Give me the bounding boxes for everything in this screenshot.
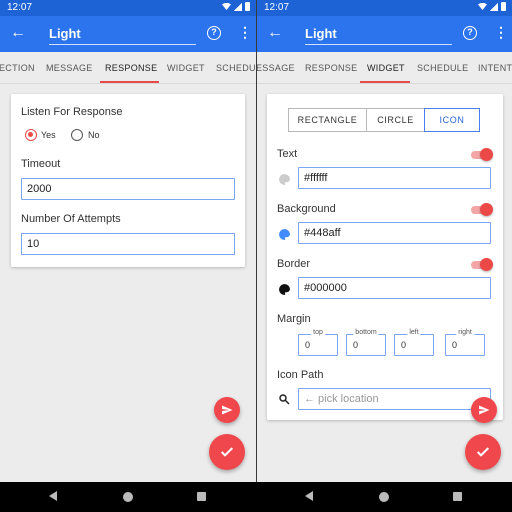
listen-label: Listen For Response <box>21 106 123 118</box>
tab-indicator <box>100 81 159 83</box>
nav-home-icon[interactable] <box>123 492 133 502</box>
signal-icon <box>234 2 242 11</box>
app-bar: ← Light ? ⋮ <box>257 16 512 52</box>
status-time: 12:07 <box>264 2 290 13</box>
nav-home-icon[interactable] <box>379 492 389 502</box>
radio-yes-label: Yes <box>41 130 56 140</box>
tab-widget[interactable]: WIDGET <box>167 63 205 73</box>
tab-indicator <box>360 81 410 83</box>
send-icon <box>479 405 490 415</box>
border-color-label: Border <box>277 258 311 270</box>
palette-icon <box>279 174 290 185</box>
radio-yes[interactable] <box>25 129 37 141</box>
status-bar: 12:07 <box>0 0 256 16</box>
background-color-label: Background <box>277 203 336 215</box>
shape-icon[interactable]: ICON <box>424 108 480 132</box>
save-button[interactable] <box>209 434 245 470</box>
palette-icon <box>279 229 290 240</box>
tab-message[interactable]: ESSAGE <box>257 63 295 73</box>
title-field[interactable]: Light <box>49 25 196 45</box>
help-circle-icon[interactable]: ? <box>207 26 221 40</box>
tab-intent[interactable]: INTENT <box>478 63 512 73</box>
wifi-icon <box>222 3 231 10</box>
tab-bar: ESSAGE RESPONSE WIDGET SCHEDULE INTENT <box>257 52 512 84</box>
shape-circle[interactable]: CIRCLE <box>366 108 425 132</box>
battery-icon <box>501 2 506 11</box>
border-color-input[interactable]: #000000 <box>298 277 491 299</box>
nav-back-icon[interactable] <box>305 491 313 501</box>
margin-right-input[interactable]: right 0 <box>445 329 485 356</box>
more-vert-icon[interactable]: ⋮ <box>494 24 508 40</box>
margin-top-input[interactable]: top 0 <box>298 329 338 356</box>
status-bar: 12:07 <box>257 0 512 16</box>
app-bar: ← Light ? ⋮ <box>0 16 256 52</box>
tab-schedule[interactable]: SCHEDULE <box>417 63 468 73</box>
tab-connection[interactable]: ECTION <box>0 63 35 73</box>
attempts-label: Number Of Attempts <box>21 213 121 225</box>
tab-message[interactable]: MESSAGE <box>46 63 93 73</box>
left-pane: 12:07 ← Light ? ⋮ ECTION MESSAGE RESPONS… <box>0 0 256 482</box>
margin-left-input[interactable]: left 0 <box>394 329 434 356</box>
background-color-toggle[interactable] <box>471 202 493 218</box>
page-title: Light <box>305 26 337 41</box>
search-icon <box>279 394 290 405</box>
icon-path-input[interactable]: ← pick location <box>298 388 491 410</box>
margin-top-caption: top <box>311 329 325 336</box>
nav-recents-icon[interactable] <box>197 492 206 501</box>
page-title: Light <box>49 26 81 41</box>
attempts-input[interactable]: 10 <box>21 233 235 255</box>
widget-card: RECTANGLE CIRCLE ICON Text #ffffff Backg… <box>267 94 503 420</box>
signal-icon <box>490 2 498 11</box>
title-field[interactable]: Light <box>305 25 452 45</box>
tab-widget[interactable]: WIDGET <box>367 63 405 73</box>
text-color-label: Text <box>277 148 298 160</box>
text-color-input[interactable]: #ffffff <box>298 167 491 189</box>
border-color-toggle[interactable] <box>471 257 493 273</box>
send-button[interactable] <box>214 397 240 423</box>
nav-back-icon[interactable] <box>49 491 57 501</box>
margin-left-caption: left <box>407 329 421 336</box>
check-icon <box>476 447 490 457</box>
battery-icon <box>245 2 250 11</box>
arrow-back-icon[interactable]: ← <box>10 24 26 42</box>
tab-bar: ECTION MESSAGE RESPONSE WIDGET SCHEDULE <box>0 52 256 84</box>
tab-response[interactable]: RESPONSE <box>105 63 157 73</box>
timeout-input[interactable]: 2000 <box>21 178 235 200</box>
right-pane: 12:07 ← Light ? ⋮ ESSAGE RESPONSE WIDGET… <box>257 0 512 482</box>
help-circle-icon[interactable]: ? <box>463 26 477 40</box>
nav-recents-icon[interactable] <box>453 492 462 501</box>
margin-right-caption: right <box>456 329 474 336</box>
palette-icon <box>279 284 290 295</box>
check-icon <box>220 447 234 457</box>
tab-response[interactable]: RESPONSE <box>305 63 357 73</box>
icon-path-label: Icon Path <box>277 369 324 381</box>
status-time: 12:07 <box>7 2 33 13</box>
wifi-icon <box>478 3 487 10</box>
margin-label: Margin <box>277 313 311 325</box>
text-color-toggle[interactable] <box>471 147 493 163</box>
more-vert-icon[interactable]: ⋮ <box>238 24 252 40</box>
system-nav-bar <box>0 482 512 512</box>
background-color-input[interactable]: #448aff <box>298 222 491 244</box>
shape-rectangle[interactable]: RECTANGLE <box>288 108 367 132</box>
tab-schedule[interactable]: SCHEDULE <box>216 63 256 73</box>
send-icon <box>222 405 233 415</box>
margin-bottom-caption: bottom <box>353 329 379 336</box>
radio-no[interactable] <box>71 129 83 141</box>
radio-no-label: No <box>88 130 100 140</box>
save-button[interactable] <box>465 434 501 470</box>
arrow-back-icon[interactable]: ← <box>267 24 283 42</box>
response-card: Listen For Response Yes No Timeout 2000 … <box>11 94 245 267</box>
timeout-label: Timeout <box>21 158 61 170</box>
screen: 12:07 ← Light ? ⋮ ECTION MESSAGE RESPONS… <box>0 0 512 512</box>
send-button[interactable] <box>471 397 497 423</box>
margin-bottom-input[interactable]: bottom 0 <box>346 329 386 356</box>
